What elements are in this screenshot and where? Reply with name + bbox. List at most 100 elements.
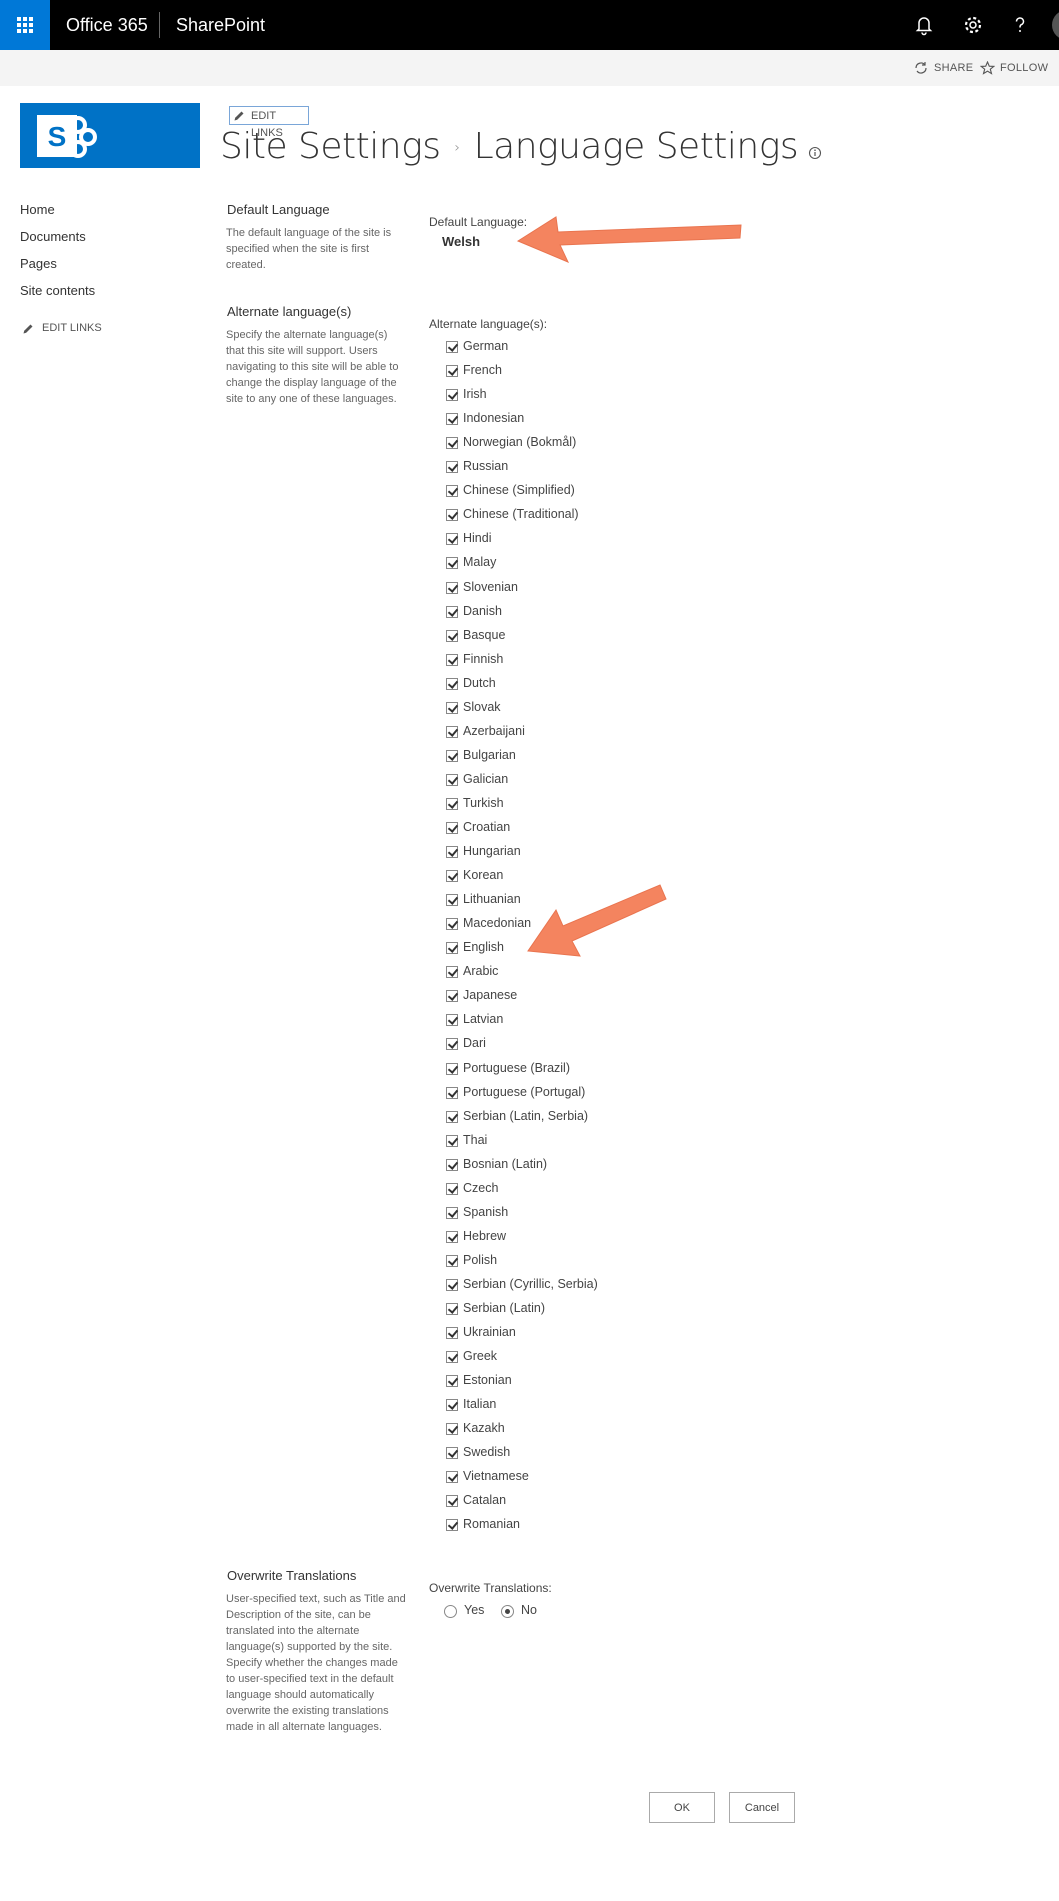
nav-item-pages[interactable]: Pages <box>20 256 57 271</box>
language-checkbox-portuguese-portugal[interactable] <box>446 1086 458 1099</box>
cancel-button[interactable]: Cancel <box>729 1792 795 1823</box>
language-checkbox-serbian-latin[interactable] <box>446 1303 458 1315</box>
language-checkbox-catalan[interactable] <box>446 1495 458 1508</box>
language-label: German <box>463 339 509 353</box>
language-checkbox-thai[interactable] <box>446 1134 458 1147</box>
language-label: Hungarian <box>463 844 521 859</box>
office-365-brand[interactable]: Office 365 <box>66 0 148 50</box>
language-label: Galician <box>463 771 509 786</box>
language-checkbox-ukrainian[interactable] <box>446 1327 458 1340</box>
language-checkbox-japanese[interactable] <box>446 990 458 1003</box>
language-checkbox-chinese-simplified[interactable] <box>446 485 458 498</box>
language-checkbox-serbian-latin-serbia[interactable] <box>446 1110 458 1123</box>
language-label: Dari <box>463 1036 486 1051</box>
language-checkbox-dutch[interactable] <box>446 677 458 690</box>
language-checkbox-spanish[interactable] <box>446 1206 458 1219</box>
language-checkbox-french[interactable] <box>446 365 458 378</box>
default-language-description: The default language of the site is spec… <box>226 227 392 271</box>
language-checkbox-turkish[interactable] <box>446 797 458 810</box>
user-avatar[interactable] <box>1052 10 1059 40</box>
language-checkbox-bosnian-latin[interactable] <box>446 1158 458 1171</box>
language-label: Dutch <box>463 675 496 690</box>
language-checkbox-danish[interactable] <box>446 605 458 618</box>
suite-bar: Office 365 SharePoint <box>0 0 1059 50</box>
language-checkbox-latvian[interactable] <box>446 1014 458 1027</box>
share-label: SHARE <box>934 62 974 74</box>
pencil-icon <box>234 111 244 121</box>
language-checkbox-hebrew[interactable] <box>446 1230 458 1243</box>
language-label: Polish <box>463 1252 498 1267</box>
language-label: French <box>463 363 502 378</box>
language-checkbox-slovak[interactable] <box>446 701 458 714</box>
nav-item-documents[interactable]: Documents <box>20 229 86 244</box>
nav-item-home[interactable]: Home <box>20 202 55 217</box>
language-checkbox-swedish[interactable] <box>446 1447 458 1460</box>
logo-letter: S <box>48 121 67 152</box>
language-checkbox-korean[interactable] <box>446 870 458 883</box>
language-checkbox-azerbaijani[interactable] <box>446 725 458 738</box>
language-checkbox-polish[interactable] <box>446 1254 458 1267</box>
edit-links-top-button[interactable]: EDIT LINKS <box>229 106 309 139</box>
alternate-languages-description: Specify the alternate language(s) that t… <box>226 329 399 405</box>
language-checkbox-czech[interactable] <box>446 1182 458 1195</box>
nav-item-site-contents[interactable]: Site contents <box>20 283 95 298</box>
waffle-icon <box>17 17 33 33</box>
language-checkbox-basque[interactable] <box>446 629 458 642</box>
language-checkbox-russian[interactable] <box>446 461 458 474</box>
breadcrumb-site-settings[interactable]: Site Settings <box>220 126 441 167</box>
sharepoint-logo-icon: S <box>37 115 97 158</box>
settings-gear-icon[interactable] <box>961 13 985 37</box>
language-checkbox-malay[interactable] <box>446 557 458 570</box>
language-checkbox-macedonian[interactable] <box>446 918 458 931</box>
language-label: Turkish <box>463 795 504 810</box>
language-checkbox-vietnamese[interactable] <box>446 1471 458 1484</box>
language-checkbox-irish[interactable] <box>446 389 458 402</box>
language-label: Latvian <box>463 1012 504 1027</box>
language-checkbox-greek[interactable] <box>446 1351 458 1364</box>
language-checkbox-romanian[interactable] <box>446 1519 458 1532</box>
language-label: Russian <box>463 459 509 474</box>
language-checkbox-slovenian[interactable] <box>446 581 458 594</box>
language-checkbox-dari[interactable] <box>446 1038 458 1051</box>
language-checkbox-galician[interactable] <box>446 773 458 786</box>
overwrite-no-radio[interactable] <box>501 1605 514 1618</box>
language-checkbox-croatian[interactable] <box>446 822 458 834</box>
share-icon <box>915 62 927 74</box>
language-checkbox-german[interactable] <box>446 341 458 353</box>
ok-button[interactable]: OK <box>649 1792 715 1823</box>
language-label: Chinese (Traditional) <box>463 507 579 522</box>
language-checkbox-hungarian[interactable] <box>446 846 458 859</box>
overwrite-yes-label: Yes <box>464 1603 485 1617</box>
language-checkbox-lithuanian[interactable] <box>446 894 458 907</box>
language-checkbox-indonesian[interactable] <box>446 413 458 426</box>
language-checkbox-estonian[interactable] <box>446 1375 458 1388</box>
language-checkbox-bulgarian[interactable] <box>446 749 458 762</box>
notifications-bell-icon[interactable] <box>912 13 936 37</box>
overwrite-yes-radio[interactable] <box>444 1605 457 1618</box>
language-checkbox-italian[interactable] <box>446 1399 458 1412</box>
language-label: Czech <box>463 1180 499 1195</box>
help-question-icon[interactable] <box>1008 13 1032 37</box>
language-checkbox-norwegian-bokm-l[interactable] <box>446 437 458 450</box>
language-label: Serbian (Latin) <box>463 1301 545 1315</box>
language-checkbox-kazakh[interactable] <box>446 1423 458 1436</box>
app-launcher-button[interactable] <box>0 0 50 50</box>
sharepoint-app-link[interactable]: SharePoint <box>176 0 265 50</box>
language-label: English <box>463 940 504 955</box>
language-label: Ukrainian <box>463 1325 516 1340</box>
overwrite-translations-label: Overwrite Translations: <box>429 1581 552 1595</box>
language-checkbox-serbian-cyrillic-serbia[interactable] <box>446 1278 458 1291</box>
language-checkbox-english[interactable] <box>446 942 458 955</box>
overwrite-translations-description: User-specified text, such as Title and D… <box>226 1593 406 1733</box>
language-label: Swedish <box>463 1445 511 1460</box>
language-checkbox-portuguese-brazil[interactable] <box>446 1062 458 1075</box>
site-logo[interactable]: S <box>20 103 200 168</box>
language-checkbox-arabic[interactable] <box>446 966 458 979</box>
language-checkbox-finnish[interactable] <box>446 653 458 666</box>
language-checkbox-chinese-traditional[interactable] <box>446 509 458 522</box>
language-label: Macedonian <box>463 916 532 931</box>
language-checkbox-hindi[interactable] <box>446 533 458 546</box>
info-icon[interactable] <box>808 128 822 169</box>
language-label: Italian <box>463 1397 497 1412</box>
page-title: Site Settings › Language Settings <box>220 126 822 169</box>
